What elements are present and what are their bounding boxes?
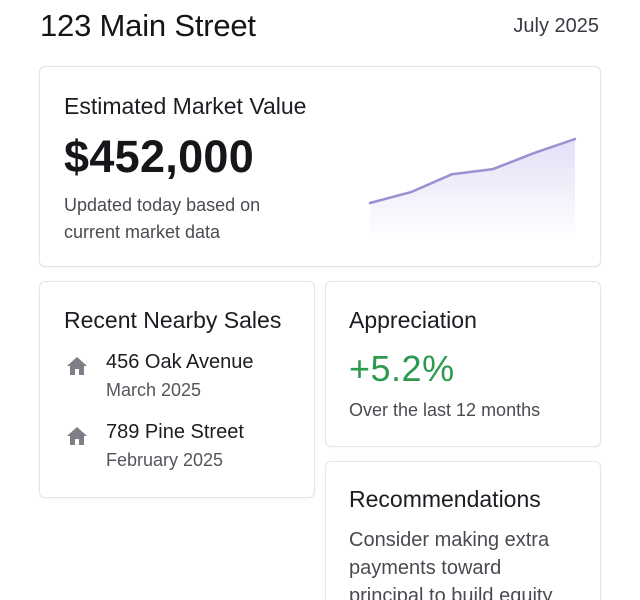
nearby-sale-date: February 2025 bbox=[106, 450, 224, 470]
appreciation-card: Appreciation +5.2% Over the last 12 mont… bbox=[325, 281, 601, 447]
nearby-sale-address: 456 Oak Avenue bbox=[106, 351, 254, 373]
nearby-sales-card: Recent Nearby Sales 456 Oak Avenue March… bbox=[39, 281, 315, 498]
appreciation-note: Over the last 12 months bbox=[349, 400, 541, 420]
nearby-sale-date: March 2025 bbox=[106, 380, 202, 400]
house-icon bbox=[67, 357, 87, 375]
market-value-note: Updated today based on current market da… bbox=[64, 195, 261, 242]
nearby-sale-item[interactable]: 456 Oak Avenue March 2025 bbox=[64, 351, 304, 411]
market-value-amount: $452,000 bbox=[64, 131, 255, 182]
appreciation-value: +5.2% bbox=[349, 348, 455, 389]
nearby-sale-address: 789 Pine Street bbox=[106, 421, 244, 443]
appreciation-title: Appreciation bbox=[349, 307, 477, 333]
value-trend-chart bbox=[368, 137, 577, 241]
recommendations-text: Consider making extra payments toward pr… bbox=[349, 529, 553, 600]
recommendations-title: Recommendations bbox=[349, 486, 541, 512]
market-value-title: Estimated Market Value bbox=[64, 93, 307, 119]
report-date: July 2025 bbox=[513, 14, 599, 37]
page: 123 Main Street July 2025 Estimated Mark… bbox=[0, 0, 640, 600]
property-address-title: 123 Main Street bbox=[40, 8, 256, 43]
recommendations-card: Recommendations Consider making extra pa… bbox=[325, 461, 601, 600]
market-value-card: Estimated Market Value $452,000 Updated … bbox=[39, 66, 601, 267]
value-trend-area bbox=[370, 139, 575, 241]
page-header: 123 Main Street July 2025 bbox=[40, 4, 599, 48]
nearby-sale-item[interactable]: 789 Pine Street February 2025 bbox=[64, 421, 304, 481]
house-icon bbox=[67, 427, 87, 445]
nearby-sales-title: Recent Nearby Sales bbox=[64, 307, 282, 333]
